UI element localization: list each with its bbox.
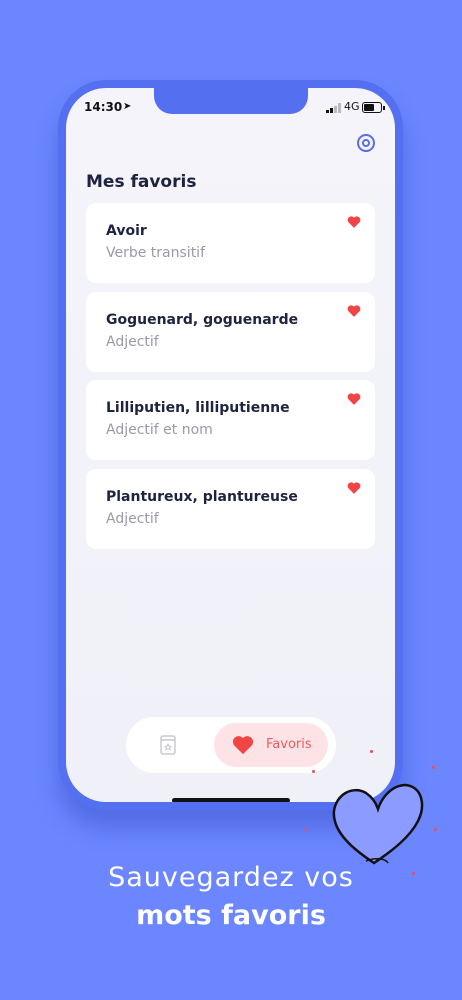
favorite-category: Verbe transitif <box>106 245 205 261</box>
decorative-dot <box>370 750 373 753</box>
phone-frame: 14:30 ➤ 4G Mes favoris Avoir Verbe trans… <box>58 80 403 810</box>
decorative-dot <box>432 766 435 769</box>
decorative-dot <box>434 828 437 831</box>
favorite-category: Adjectif <box>106 511 159 527</box>
favorite-category: Adjectif et nom <box>106 422 213 438</box>
heart-icon[interactable] <box>347 481 361 495</box>
favorite-card[interactable]: Lilliputien, lilliputienne Adjectif et n… <box>86 380 375 460</box>
signal-icon <box>326 103 341 113</box>
status-bar: 14:30 ➤ 4G <box>66 100 395 118</box>
favorite-category: Adjectif <box>106 334 159 350</box>
network-type: 4G <box>344 100 360 113</box>
tab-bar: Favoris <box>126 717 336 773</box>
favorite-card[interactable]: Avoir Verbe transitif <box>86 203 375 283</box>
tab-favorites[interactable]: Favoris <box>214 723 328 767</box>
heart-icon <box>232 736 254 755</box>
status-time: 14:30 <box>84 100 123 114</box>
decorative-dot <box>312 770 315 773</box>
favorite-word: Plantureux, plantureuse <box>106 489 298 505</box>
favorite-word: Lilliputien, lilliputienne <box>106 400 290 416</box>
app-screen: 14:30 ➤ 4G Mes favoris Avoir Verbe trans… <box>66 88 395 802</box>
caption-line-2: mots favoris <box>136 900 326 931</box>
favorite-word: Avoir <box>106 223 147 239</box>
favorite-word: Goguenard, goguenarde <box>106 312 299 328</box>
decorative-dot <box>305 828 308 831</box>
heart-icon[interactable] <box>347 392 361 406</box>
favorite-card[interactable]: Plantureux, plantureuse Adjectif <box>86 469 375 549</box>
caption-line-1: Sauvegardez vos <box>108 862 354 893</box>
heart-icon[interactable] <box>347 304 361 318</box>
page-title: Mes favoris <box>86 172 197 192</box>
heart-icon[interactable] <box>347 215 361 229</box>
home-indicator <box>172 798 290 802</box>
settings-icon[interactable] <box>357 134 375 152</box>
heart-icon <box>332 783 424 865</box>
battery-icon <box>362 102 385 113</box>
location-arrow-icon: ➤ <box>123 101 132 112</box>
dictionary-icon[interactable] <box>156 733 180 757</box>
favorite-card[interactable]: Goguenard, goguenarde Adjectif <box>86 292 375 372</box>
tab-favorites-label: Favoris <box>266 737 312 752</box>
